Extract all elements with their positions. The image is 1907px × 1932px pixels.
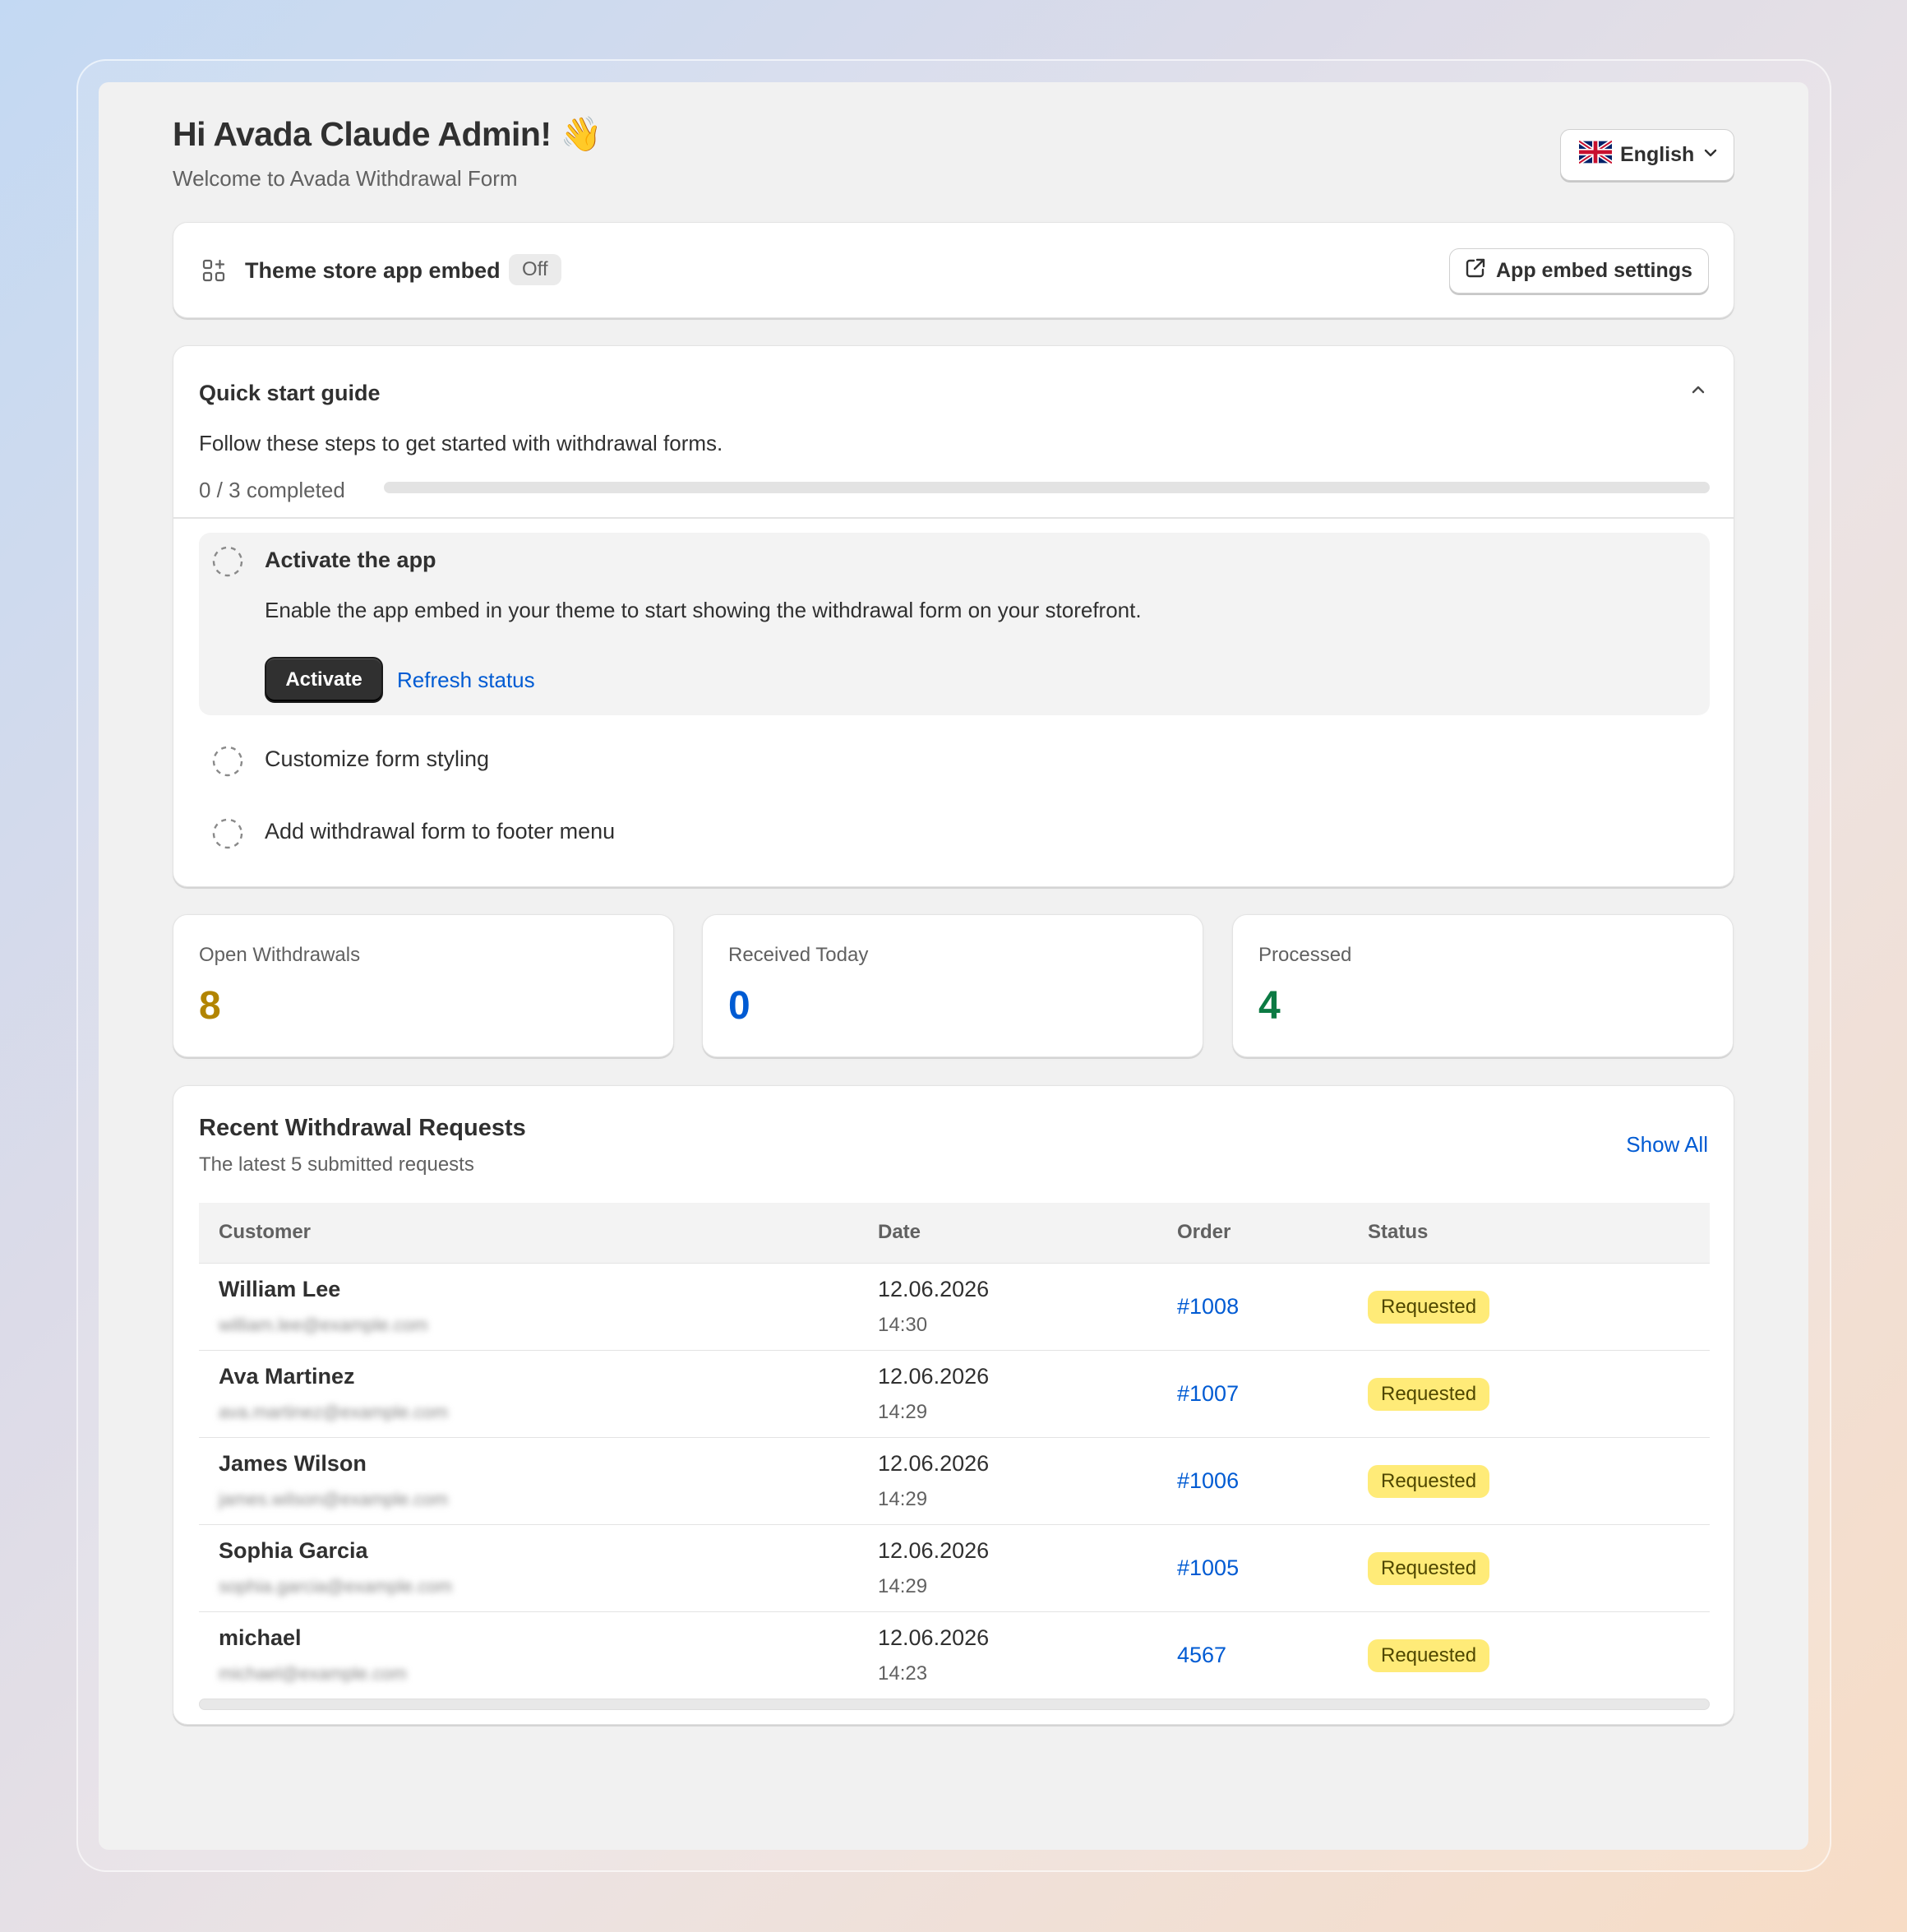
incomplete-circle-icon: [212, 746, 243, 777]
request-time: 14:29: [878, 1401, 928, 1423]
column-header-order: Order: [1177, 1221, 1231, 1243]
table-row[interactable]: Ava Martinez ava.martinez@example.com 12…: [199, 1351, 1710, 1438]
app-embed-settings-button[interactable]: App embed settings: [1449, 248, 1709, 293]
customer-email: william.lee@example.com: [219, 1315, 428, 1335]
customer-email: james.wilson@example.com: [219, 1489, 449, 1509]
step-title: Customize form styling: [265, 746, 490, 771]
order-link[interactable]: #1007: [1177, 1381, 1239, 1407]
request-date: 12.06.2026: [878, 1451, 990, 1476]
app-page: Hi Avada Claude Admin! 👋 Welcome to Avad…: [99, 82, 1808, 1850]
external-link-icon: [1463, 256, 1488, 286]
guide-title: Quick start guide: [199, 381, 381, 405]
progress-text: 0 / 3 completed: [199, 478, 345, 502]
customer-name: James Wilson: [219, 1451, 367, 1476]
page-subtitle: Welcome to Avada Withdrawal Form: [173, 166, 518, 191]
step-title: Activate the app: [265, 548, 436, 572]
horizontal-scrollbar[interactable]: [199, 1699, 1710, 1710]
incomplete-circle-icon: [212, 546, 243, 577]
progress-bar: [384, 482, 1710, 493]
customer-name: Sophia Garcia: [219, 1538, 368, 1563]
stat-label: Processed: [1258, 944, 1352, 966]
table-row[interactable]: Sophia Garcia sophia.garcia@example.com …: [199, 1525, 1710, 1612]
stat-received-today: Received Today 0: [702, 914, 1203, 1057]
table-row[interactable]: William Lee william.lee@example.com 12.0…: [199, 1264, 1710, 1351]
order-link[interactable]: #1006: [1177, 1468, 1239, 1494]
stat-value: 8: [199, 984, 221, 1028]
activate-button[interactable]: Activate: [265, 657, 383, 703]
status-badge: Requested: [1368, 1552, 1490, 1585]
uk-flag-icon: [1577, 139, 1614, 169]
customer-name: michael: [219, 1625, 302, 1650]
column-header-customer: Customer: [219, 1221, 312, 1243]
step-activate-app[interactable]: Activate the app Enable the app embed in…: [199, 533, 1710, 715]
request-time: 14:29: [878, 1575, 928, 1597]
app-embed-settings-label: App embed settings: [1496, 259, 1692, 282]
request-time: 14:29: [878, 1488, 928, 1510]
guide-description: Follow these steps to get started with w…: [199, 431, 723, 455]
customer-name: Ava Martinez: [219, 1364, 355, 1389]
order-link[interactable]: 4567: [1177, 1643, 1226, 1668]
table-row[interactable]: michael michael@example.com 12.06.2026 1…: [199, 1612, 1710, 1699]
chevron-up-icon[interactable]: [1686, 377, 1711, 402]
language-selector[interactable]: English: [1560, 129, 1734, 181]
apps-grid-icon: [201, 258, 226, 287]
divider: [173, 517, 1734, 519]
embed-label: Theme store app embed: [245, 258, 501, 283]
column-header-status: Status: [1368, 1221, 1429, 1243]
recent-title: Recent Withdrawal Requests: [199, 1115, 526, 1141]
stat-value: 4: [1258, 984, 1281, 1028]
incomplete-circle-icon: [212, 818, 243, 849]
customer-name: William Lee: [219, 1277, 341, 1301]
recent-subtitle: The latest 5 submitted requests: [199, 1153, 474, 1176]
request-date: 12.06.2026: [878, 1364, 990, 1389]
step-title: Add withdrawal form to footer menu: [265, 819, 616, 844]
status-badge: Requested: [1368, 1639, 1490, 1672]
page-title: Hi Avada Claude Admin! 👋: [173, 115, 603, 153]
order-link[interactable]: #1005: [1177, 1555, 1239, 1581]
app-embed-card: Theme store app embed Off App embed sett…: [173, 222, 1734, 318]
customer-email: michael@example.com: [219, 1663, 407, 1684]
status-badge: Requested: [1368, 1378, 1490, 1411]
request-time: 14:23: [878, 1662, 928, 1685]
order-link[interactable]: #1008: [1177, 1294, 1239, 1320]
request-date: 12.06.2026: [878, 1625, 990, 1650]
language-label: English: [1620, 143, 1695, 166]
stat-label: Open Withdrawals: [199, 944, 361, 966]
table-row[interactable]: James Wilson james.wilson@example.com 12…: [199, 1438, 1710, 1525]
stat-open-withdrawals: Open Withdrawals 8: [173, 914, 674, 1057]
chevron-down-icon: [1702, 143, 1719, 167]
step-footer-menu[interactable]: Add withdrawal form to footer menu: [199, 809, 1710, 858]
request-date: 12.06.2026: [878, 1277, 990, 1301]
show-all-link[interactable]: Show All: [1626, 1132, 1708, 1158]
table-header: Customer Date Order Status: [199, 1203, 1710, 1264]
recent-requests-card: Recent Withdrawal Requests The latest 5 …: [173, 1085, 1734, 1725]
quick-start-card: Quick start guide Follow these steps to …: [173, 345, 1734, 887]
status-badge: Off: [509, 254, 561, 285]
request-date: 12.06.2026: [878, 1538, 990, 1563]
stat-label: Received Today: [728, 944, 869, 966]
status-badge: Requested: [1368, 1291, 1490, 1324]
request-time: 14:30: [878, 1314, 928, 1336]
step-description: Enable the app embed in your theme to st…: [265, 598, 1142, 622]
customer-email: ava.martinez@example.com: [219, 1402, 449, 1422]
customer-email: sophia.garcia@example.com: [219, 1576, 453, 1597]
stat-processed: Processed 4: [1232, 914, 1734, 1057]
column-header-date: Date: [878, 1221, 921, 1243]
refresh-status-link[interactable]: Refresh status: [397, 668, 535, 693]
status-badge: Requested: [1368, 1465, 1490, 1498]
step-customize-styling[interactable]: Customize form styling: [199, 737, 1710, 786]
stat-value: 0: [728, 984, 750, 1028]
